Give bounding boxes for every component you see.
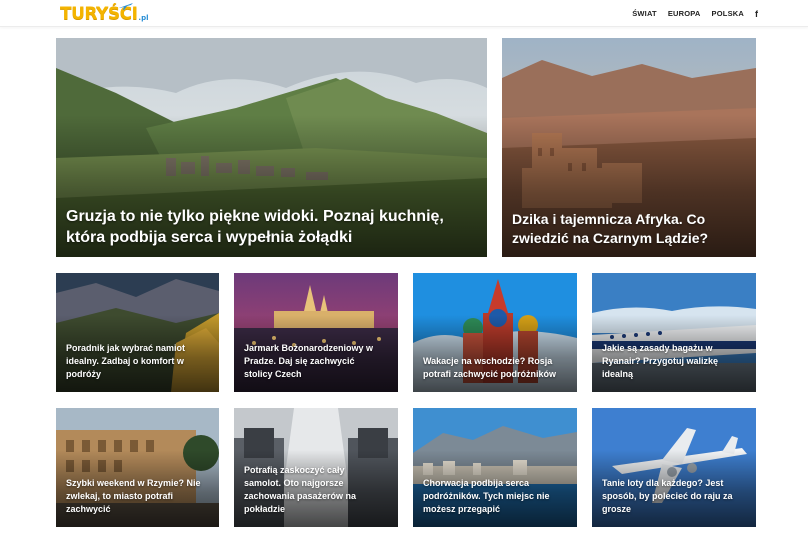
article-title: Poradnik jak wybrać namiot idealny. Zadb… — [66, 343, 186, 379]
nav-item-polska[interactable]: POLSKA — [712, 9, 744, 18]
logo-suffix: .pl — [138, 14, 149, 22]
article-title: Potrafią zaskoczyć cały samolot. Oto naj… — [244, 465, 357, 514]
featured-article-africa[interactable]: Dzika i tajemnicza Afryka. Co zwiedzić n… — [502, 38, 756, 257]
article-title: Chorwacja podbija serca podróżników. Tyc… — [423, 478, 550, 514]
article-title: Tanie loty dla każdego? Jest sposób, by … — [602, 478, 733, 514]
article-title: Jarmark Bożonarodzeniowy w Pradze. Daj s… — [244, 343, 374, 379]
article-card-prague[interactable]: Jarmark Bożonarodzeniowy w Pradze. Daj s… — [234, 273, 398, 392]
facebook-icon[interactable]: f — [755, 9, 758, 19]
article-title: Szybki weekend w Rzymie? Nie zwlekaj, to… — [66, 478, 201, 514]
article-title: Gruzja to nie tylko piękne widoki. Pozna… — [66, 208, 444, 246]
logo-plane-icon — [119, 3, 133, 10]
nav-item-swiat[interactable]: ŚWIAT — [632, 9, 657, 18]
site-logo[interactable]: TURYŚCI .pl — [60, 1, 149, 25]
article-card-cheap-flights[interactable]: Tanie loty dla każdego? Jest sposób, by … — [592, 408, 756, 527]
article-title: Dzika i tajemnicza Afryka. Co zwiedzić n… — [512, 211, 709, 246]
article-card-tent[interactable]: Poradnik jak wybrać namiot idealny. Zadb… — [56, 273, 219, 392]
article-card-croatia[interactable]: Chorwacja podbija serca podróżników. Tyc… — [413, 408, 577, 527]
main-nav: ŚWIAT EUROPA POLSKA f — [621, 0, 758, 27]
article-title: Jakie są zasady bagażu w Ryanair? Przygo… — [602, 343, 719, 379]
featured-article-georgia[interactable]: Gruzja to nie tylko piękne widoki. Pozna… — [56, 38, 487, 257]
article-title: Wakacje na wschodzie? Rosja potrafi zach… — [423, 356, 557, 379]
article-card-rome[interactable]: Szybki weekend w Rzymie? Nie zwlekaj, to… — [56, 408, 219, 527]
article-card-passengers[interactable]: Potrafią zaskoczyć cały samolot. Oto naj… — [234, 408, 398, 527]
nav-item-europa[interactable]: EUROPA — [668, 9, 701, 18]
article-card-russia[interactable]: Wakacje na wschodzie? Rosja potrafi zach… — [413, 273, 577, 392]
article-card-ryanair[interactable]: Jakie są zasady bagażu w Ryanair? Przygo… — [592, 273, 756, 392]
top-navigation-bar: TURYŚCI .pl ŚWIAT EUROPA POLSKA f — [0, 0, 808, 27]
